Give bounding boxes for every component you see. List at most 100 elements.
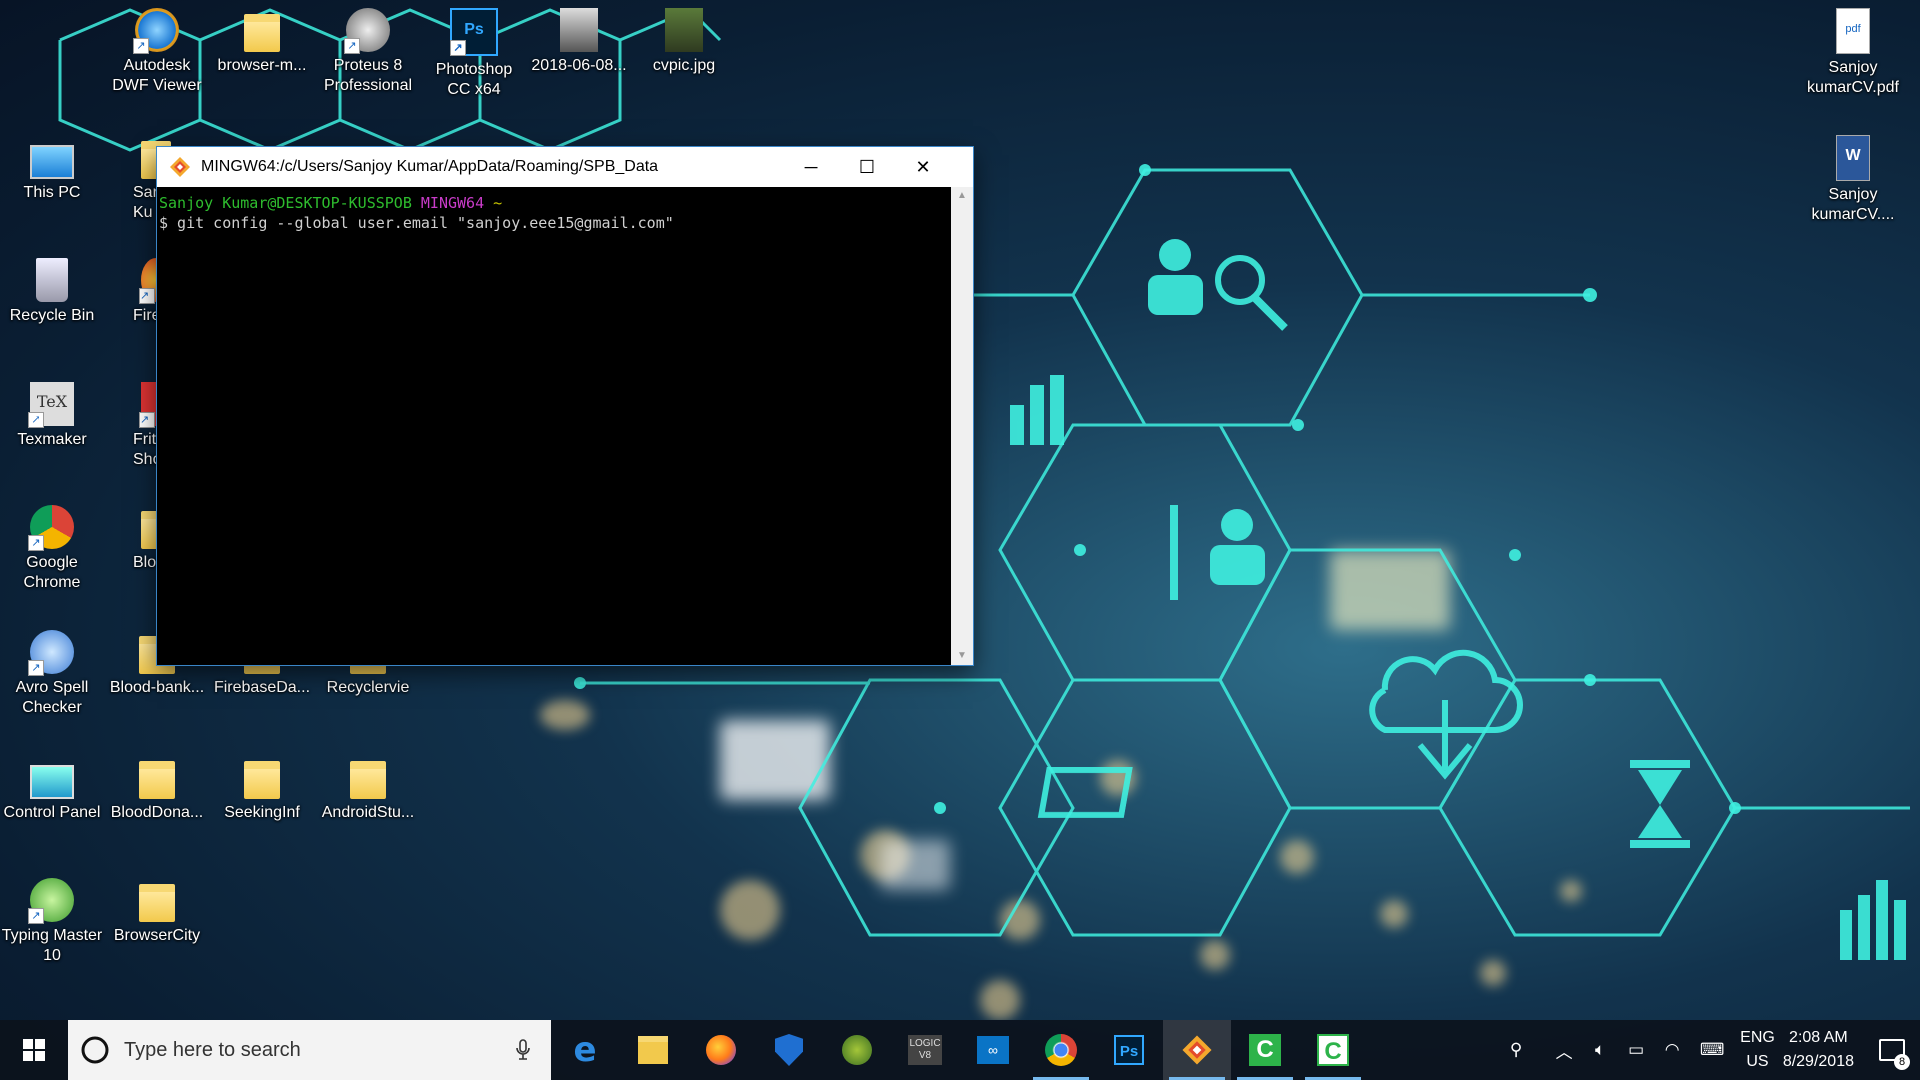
- desktop-icon-browser-m[interactable]: browser-m...: [210, 8, 314, 76]
- desktop-icon-photoshop[interactable]: Ps Photoshop CC x64: [422, 8, 526, 100]
- clock-time: 2:08 AM: [1789, 1029, 1848, 1046]
- maximize-button[interactable]: ☐: [839, 147, 895, 187]
- desktop-icon-photo-2018[interactable]: 2018-06-08...: [527, 8, 631, 76]
- taskbar-android-studio[interactable]: [823, 1020, 891, 1080]
- terminal-output[interactable]: Sanjoy Kumar@DESKTOP-KUSSPOB MINGW64 ~ $…: [157, 187, 951, 665]
- notification-count-badge: 8: [1894, 1054, 1910, 1070]
- touch-keyboard-icon[interactable]: ⌨︎: [1690, 1040, 1734, 1060]
- taskbar-edge[interactable]: e: [551, 1020, 619, 1080]
- chrome-icon: [28, 505, 74, 551]
- close-button[interactable]: ✕: [895, 147, 951, 187]
- taskbar-file-explorer[interactable]: [619, 1020, 687, 1080]
- android-studio-icon: [842, 1035, 872, 1065]
- battery-icon[interactable]: ▭: [1618, 1040, 1654, 1060]
- clock[interactable]: 2:08 AM 8/29/2018: [1783, 1026, 1854, 1074]
- prompt-line: Sanjoy Kumar@DESKTOP-KUSSPOB MINGW64 ~: [159, 193, 951, 213]
- photoshop-icon: Ps: [1114, 1035, 1144, 1065]
- autodesk-icon: [133, 8, 179, 54]
- camtasia-icon: C: [1249, 1034, 1281, 1066]
- wifi-icon[interactable]: ◠: [1654, 1040, 1690, 1060]
- windows-logo-icon: [23, 1039, 45, 1061]
- avro-icon: [28, 630, 74, 676]
- taskbar-git-bash[interactable]: [1163, 1020, 1231, 1080]
- search-placeholder: Type here to search: [124, 1038, 301, 1061]
- prompt-user: Sanjoy Kumar@DESKTOP-KUSSPOB: [159, 194, 412, 212]
- taskbar-logicworks[interactable]: LOGIC V8: [891, 1020, 959, 1080]
- desktop-icon-browsercity[interactable]: BrowserCity: [105, 878, 209, 946]
- command-line: $ git config --global user.email "sanjoy…: [159, 214, 674, 232]
- system-tray: ⚲ ︿ 🔈︎ ▭ ◠ ⌨︎ ENG US 2:08 AM 8/29/2018 8: [1498, 1020, 1920, 1080]
- firefox-icon: [706, 1035, 736, 1065]
- recycle-bin-icon: [36, 258, 68, 302]
- taskbar-arduino[interactable]: ∞: [959, 1020, 1027, 1080]
- scroll-up-arrow-icon[interactable]: ▲: [951, 187, 973, 205]
- desktop-icon-partial-fritzing[interactable]: Fritzin Sho: [105, 382, 177, 470]
- language-indicator[interactable]: ENG US: [1740, 1026, 1775, 1074]
- desktop-icon-control-panel[interactable]: Control Panel: [0, 755, 104, 823]
- folder-icon: [244, 14, 280, 52]
- desktop-icon-blooddona[interactable]: BloodDona...: [105, 755, 209, 823]
- git-bash-icon: [170, 157, 190, 177]
- photo-thumbnail-icon: [665, 8, 703, 52]
- desktop-icon-avro[interactable]: Avro Spell Checker: [0, 630, 104, 718]
- edge-icon: e: [573, 1030, 597, 1070]
- prompt-env: MINGW64: [420, 194, 485, 212]
- desktop-icon-partial-fire[interactable]: Fire: [105, 258, 171, 326]
- clock-date: 8/29/2018: [1782, 1053, 1854, 1070]
- taskbar-camtasia[interactable]: C: [1231, 1020, 1299, 1080]
- file-explorer-icon: [638, 1036, 668, 1064]
- taskbar-search[interactable]: Type here to search: [68, 1020, 551, 1080]
- computer-icon: [30, 145, 74, 179]
- desktop-icon-cv-word[interactable]: W Sanjoy kumarCV....: [1793, 135, 1913, 225]
- texmaker-icon: TeX: [28, 382, 74, 428]
- start-button[interactable]: [0, 1020, 68, 1080]
- people-icon[interactable]: ⚲: [1498, 1040, 1534, 1060]
- taskbar-defender[interactable]: [755, 1020, 823, 1080]
- window-titlebar[interactable]: MINGW64:/c/Users/Sanjoy Kumar/AppData/Ro…: [157, 147, 973, 187]
- git-bash-icon: [1182, 1035, 1212, 1065]
- scroll-down-arrow-icon[interactable]: ▼: [951, 647, 973, 665]
- taskbar-chrome[interactable]: [1027, 1020, 1095, 1080]
- desktop-icon-texmaker[interactable]: TeX Texmaker: [0, 382, 104, 450]
- desktop-icon-partial-sar[interactable]: Sar Ku: [105, 135, 171, 223]
- desktop-icon-androidstu[interactable]: AndroidStu...: [316, 755, 420, 823]
- show-hidden-icons-chevron-icon[interactable]: ︿: [1546, 1038, 1582, 1063]
- word-doc-icon: W: [1836, 135, 1870, 181]
- taskbar: Type here to search e LOGIC V8 ∞ Ps C C …: [0, 1020, 1920, 1080]
- cortana-circle-icon: [81, 1036, 109, 1064]
- folder-icon: [139, 761, 175, 799]
- taskbar-photoshop[interactable]: Ps: [1095, 1020, 1163, 1080]
- desktop-icon-cvpic[interactable]: cvpic.jpg: [632, 8, 736, 76]
- desktop-icon-this-pc[interactable]: This PC: [0, 135, 104, 203]
- microphone-icon[interactable]: [515, 1038, 531, 1062]
- proteus-icon: [344, 8, 390, 54]
- folder-icon: [244, 761, 280, 799]
- control-panel-icon: [30, 765, 74, 799]
- desktop-icon-autodesk[interactable]: Autodesk DWF Viewer: [105, 8, 209, 96]
- desktop-icon-recycle-bin[interactable]: Recycle Bin: [0, 258, 104, 326]
- logicworks-icon: LOGIC V8: [908, 1035, 942, 1065]
- minimize-button[interactable]: ─: [783, 147, 839, 187]
- arduino-icon: ∞: [977, 1036, 1009, 1064]
- taskbar-camtasia-recorder[interactable]: C: [1299, 1020, 1367, 1080]
- defender-icon: [775, 1034, 803, 1066]
- desktop-icon-seekinginf[interactable]: SeekingInf: [210, 755, 314, 823]
- desktop-icon-google-chrome[interactable]: Google Chrome: [0, 505, 104, 593]
- volume-icon[interactable]: 🔈︎: [1582, 1040, 1618, 1060]
- pdf-icon: pdf: [1836, 8, 1870, 54]
- desktop-icon-typing-master[interactable]: Typing Master 10: [0, 878, 104, 966]
- git-bash-window[interactable]: MINGW64:/c/Users/Sanjoy Kumar/AppData/Ro…: [157, 147, 973, 665]
- desktop-icon-proteus[interactable]: Proteus 8 Professional: [316, 8, 420, 96]
- window-title: MINGW64:/c/Users/Sanjoy Kumar/AppData/Ro…: [201, 158, 659, 175]
- desktop-icon-partial-blood[interactable]: Blood: [105, 505, 174, 573]
- camtasia-recorder-icon: C: [1317, 1034, 1349, 1066]
- chrome-icon: [1045, 1034, 1077, 1066]
- action-center-button[interactable]: 8: [1870, 1020, 1914, 1080]
- folder-icon: [350, 761, 386, 799]
- photo-thumbnail-icon: [560, 8, 598, 52]
- desktop-icon-cv-pdf[interactable]: pdf Sanjoy kumarCV.pdf: [1793, 8, 1913, 98]
- typing-master-icon: [28, 878, 74, 924]
- taskbar-firefox[interactable]: [687, 1020, 755, 1080]
- terminal-scrollbar[interactable]: ▲ ▼: [951, 187, 973, 665]
- prompt-path: ~: [493, 194, 503, 212]
